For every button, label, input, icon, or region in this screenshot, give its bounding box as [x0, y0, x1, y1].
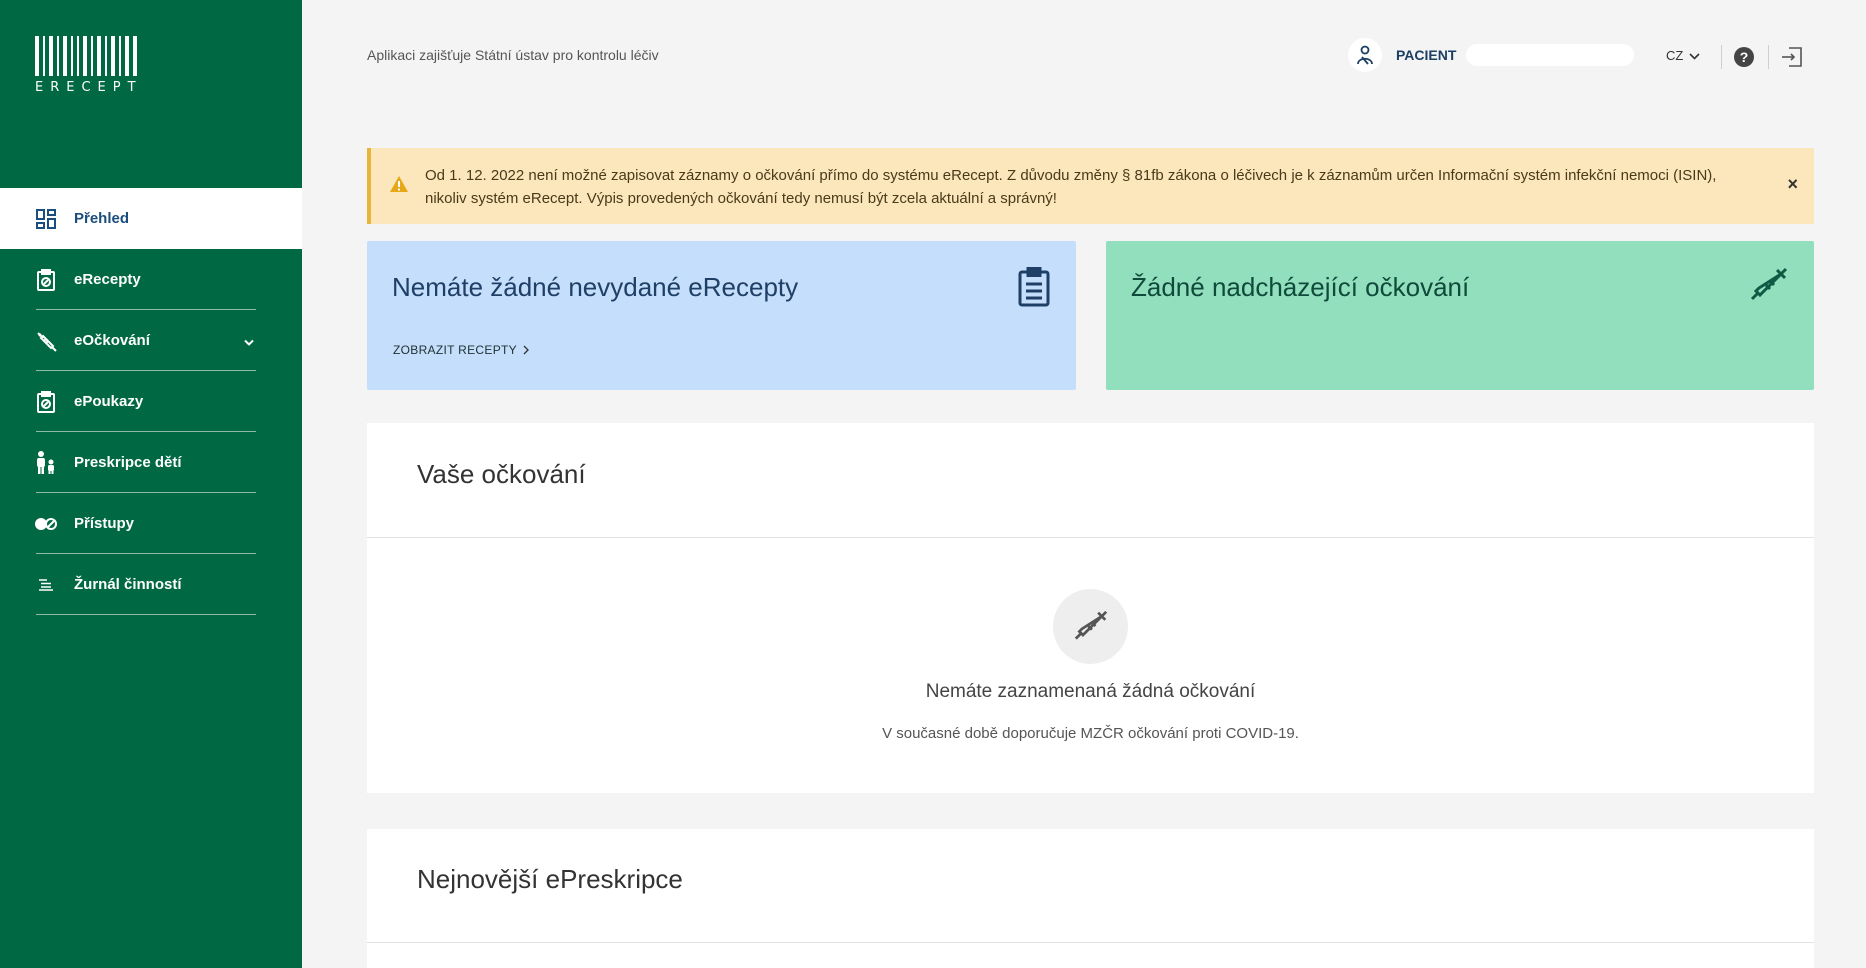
- sidebar-item-erecepty[interactable]: eRecepty: [0, 249, 302, 310]
- prescriptions-card: Nemáte žádné nevydané eRecepty ZOBRAZIT …: [367, 241, 1076, 390]
- sidebar-item-eockovani[interactable]: eOčkování: [0, 310, 302, 371]
- barcode-icon: [35, 36, 139, 76]
- empty-state-title: Nemáte zaznamenaná žádná očkování: [925, 681, 1256, 702]
- header-note: Aplikaci zajišťuje Státní ústav pro kont…: [367, 47, 659, 63]
- prescriptions-panel: Nejnovější ePreskripce: [367, 829, 1814, 968]
- sidebar-item-preskripce-deti[interactable]: Preskripce dětí: [0, 432, 302, 493]
- erecept-logo[interactable]: ERECEPT: [35, 36, 139, 95]
- empty-state-subtitle: V současné době doporučuje MZČR očkování…: [882, 725, 1299, 742]
- sidebar-item-label: ePoukazy: [74, 393, 144, 410]
- syringe-icon: [35, 330, 57, 352]
- logo-text: ERECEPT: [35, 80, 143, 95]
- sidebar-item-epoukazy[interactable]: ePoukazy: [0, 371, 302, 432]
- clipboard-icon: [35, 390, 57, 413]
- warning-icon: [389, 175, 409, 198]
- app: ERECEPT Přehled eRecepty eOčkování ePouk…: [0, 0, 1866, 968]
- warning-alert: Od 1. 12. 2022 není možné zapisovat zázn…: [367, 148, 1814, 224]
- language-select[interactable]: CZ: [1666, 48, 1700, 63]
- help-button[interactable]: ?: [1734, 47, 1754, 67]
- chevron-down-icon[interactable]: [244, 332, 254, 349]
- sidebar-item-label: eOčkování: [74, 332, 150, 349]
- chevron-right-icon: [523, 345, 529, 355]
- user-name-redacted: [1466, 44, 1635, 66]
- clipboard-list-icon: [1018, 267, 1050, 312]
- language-value: CZ: [1666, 48, 1684, 63]
- header-divider: [1768, 45, 1769, 69]
- pills-icon: [35, 513, 57, 535]
- sidebar-item-label: eRecepty: [74, 271, 141, 288]
- card-title: Žádné nadcházející očkování: [1131, 272, 1470, 302]
- chevron-down-icon: [1689, 48, 1700, 63]
- card-title: Nemáte žádné nevydané eRecepty: [392, 272, 799, 302]
- header-divider: [1721, 45, 1722, 69]
- logout-icon: [1782, 47, 1802, 67]
- family-icon: [35, 450, 57, 474]
- dashboard-icon: [35, 208, 57, 230]
- alert-text: Od 1. 12. 2022 není možné zapisovat zázn…: [425, 167, 1717, 207]
- clipboard-icon: [35, 268, 57, 291]
- syringe-icon: [1750, 267, 1788, 310]
- help-icon: ?: [1739, 49, 1749, 65]
- user-role: PACIENT: [1396, 47, 1457, 63]
- vaccinations-card: Žádné nadcházející očkování: [1106, 241, 1814, 390]
- sidebar-item-pristupy[interactable]: Přístupy: [0, 493, 302, 554]
- panel-title: Nejnovější ePreskripce: [417, 864, 683, 894]
- divider: [367, 537, 1814, 538]
- sidebar-item-label: Přístupy: [74, 515, 135, 532]
- link-label: ZOBRAZIT RECEPTY: [393, 343, 517, 357]
- user-icon: [1348, 38, 1382, 72]
- sidebar-nav: Přehled eRecepty eOčkování ePoukazy Pres…: [0, 188, 302, 615]
- sidebar: ERECEPT Přehled eRecepty eOčkování ePouk…: [0, 0, 302, 968]
- logout-button[interactable]: [1781, 47, 1803, 72]
- panel-title: Vaše očkování: [417, 459, 586, 489]
- sidebar-item-label: Preskripce dětí: [74, 454, 182, 471]
- sidebar-item-label: Přehled: [74, 210, 130, 227]
- close-icon[interactable]: ×: [1787, 174, 1798, 195]
- syringe-icon: [1053, 589, 1128, 664]
- divider: [36, 614, 256, 615]
- user-menu[interactable]: PACIENT: [1348, 38, 1635, 72]
- vaccinations-panel: Vaše očkování Nemáte zaznamenaná žádná o…: [367, 423, 1814, 793]
- list-icon: [35, 574, 57, 596]
- sidebar-item-zurnal-cinnosti[interactable]: Žurnál činností: [0, 554, 302, 615]
- show-prescriptions-link[interactable]: ZOBRAZIT RECEPTY: [393, 343, 529, 357]
- sidebar-item-prehled[interactable]: Přehled: [0, 188, 302, 249]
- divider: [367, 942, 1814, 943]
- sidebar-item-label: Žurnál činností: [74, 576, 182, 593]
